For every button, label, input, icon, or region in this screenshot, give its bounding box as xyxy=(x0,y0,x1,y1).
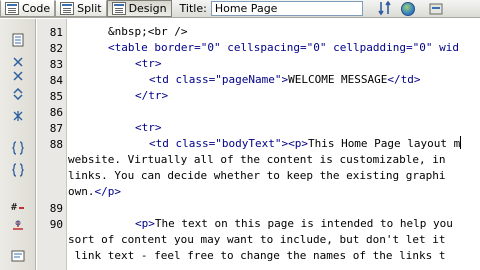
code-text: WELCOME MESSAGE xyxy=(288,73,388,86)
line-number: 84 xyxy=(49,74,63,87)
code-tag: </p> xyxy=(94,185,122,198)
design-view-icon xyxy=(111,2,126,15)
code-tag: <td class="pageName"> xyxy=(149,73,289,86)
line-number: 87 xyxy=(49,122,63,135)
text-caret xyxy=(460,136,462,149)
highlight-invalid-icon[interactable]: # xyxy=(11,199,25,213)
code-line-88: <td class="bodyText"><p>This Home Page l… xyxy=(149,136,462,152)
line-number: 90 xyxy=(49,218,63,231)
code-line-88-wrap-2: links. You can decide whether to keep th… xyxy=(68,169,446,182)
code-line-83: <tr> xyxy=(135,57,162,70)
collapse-tag-icon[interactable] xyxy=(11,55,25,69)
line-number: 85 xyxy=(49,90,63,103)
line-number: 83 xyxy=(49,58,63,71)
code-view-icon xyxy=(5,2,19,15)
code-editor[interactable]: &nbsp;<br /> <table border="0" cellspaci… xyxy=(68,19,480,270)
collapse-selection-icon[interactable] xyxy=(11,69,25,83)
split-view-icon xyxy=(60,2,75,15)
line-numbers-icon[interactable] xyxy=(11,163,25,177)
select-parent-tag-icon[interactable] xyxy=(11,109,25,123)
code-tag: </td> xyxy=(387,73,421,86)
title-label: Title: xyxy=(179,2,207,15)
open-documents-icon[interactable] xyxy=(11,33,25,47)
code-line-85: </tr> xyxy=(135,89,169,102)
refresh-icon[interactable] xyxy=(427,0,445,17)
browser-preview-icon[interactable] xyxy=(399,0,417,17)
line-number: 81 xyxy=(49,26,63,39)
svg-text:#: # xyxy=(11,202,17,212)
code-line-88-wrap-1: website. Virtually all of the content is… xyxy=(68,153,446,166)
code-line-82: <table border="0" cellspacing="0" cellpa… xyxy=(108,41,459,54)
code-line-84: <td class="pageName">WELCOME MESSAGE</td… xyxy=(149,72,421,88)
balance-braces-icon[interactable] xyxy=(11,141,25,155)
format-source-icon[interactable] xyxy=(11,249,25,263)
line-number: 88 xyxy=(49,138,63,151)
code-text: own. xyxy=(68,185,95,198)
split-view-button[interactable]: Split xyxy=(55,0,107,17)
code-line-87: <tr> xyxy=(135,121,162,134)
line-number: 89 xyxy=(49,202,63,215)
code-tag: <td class="bodyText"><p> xyxy=(149,137,308,150)
line-number: 82 xyxy=(49,42,63,55)
validate-icon[interactable] xyxy=(377,0,395,17)
code-line-90: <p>The text on this page is intended to … xyxy=(135,216,453,232)
code-line-81: &nbsp;<br /> xyxy=(108,25,188,38)
code-view-button[interactable]: Code xyxy=(0,0,56,17)
line-number: 86 xyxy=(49,106,63,119)
line-number-gutter: 81 82 83 84 85 86 87 88 89 90 xyxy=(37,19,67,270)
title-input[interactable]: Home Page xyxy=(210,1,363,16)
code-view-label: Code xyxy=(22,2,51,15)
apply-comment-icon[interactable] xyxy=(11,219,25,233)
code-tag: <p> xyxy=(135,217,155,230)
design-view-label: Design xyxy=(128,2,167,15)
code-text: This Home Page layout m xyxy=(307,137,461,150)
code-text: The text on this page is intended to hel… xyxy=(154,217,453,230)
code-line-88-wrap-3: own.</p> xyxy=(68,184,121,200)
code-line-90-wrap-1: sort of content you may want to include,… xyxy=(68,233,446,246)
split-view-label: Split xyxy=(77,2,102,15)
coding-toolbar: # xyxy=(0,19,36,270)
document-toolbar: Code Split Design Title: Home Page xyxy=(0,0,480,18)
expand-all-icon[interactable] xyxy=(11,87,25,101)
design-view-button[interactable]: Design xyxy=(106,0,172,17)
code-line-90-wrap-2: link text - feel free to change the name… xyxy=(68,249,446,262)
